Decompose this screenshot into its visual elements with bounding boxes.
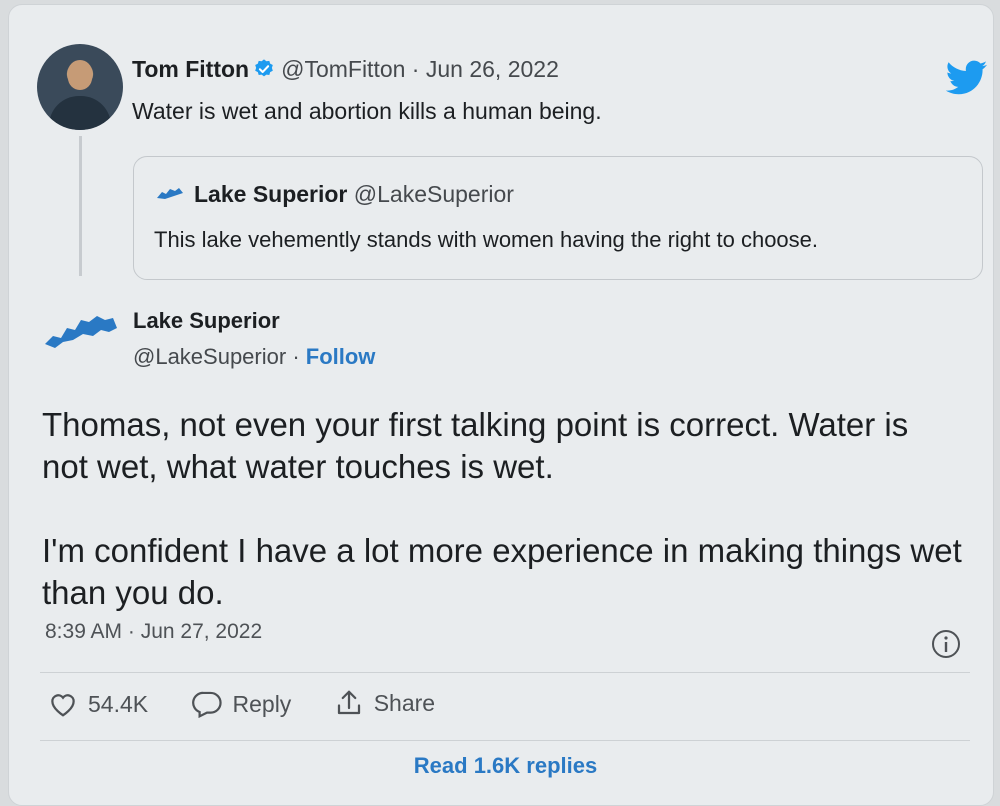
heart-icon bbox=[51, 694, 75, 717]
share-label: Share bbox=[373, 689, 436, 716]
lake-superior-avatar[interactable] bbox=[43, 310, 119, 350]
tweet-author: Tom Fitton @TomFitton · Jun 26, 2022 bbox=[132, 56, 559, 83]
share-icon bbox=[337, 690, 360, 715]
reply-timestamp[interactable]: 8:39 AM · Jun 27, 2022 bbox=[45, 620, 262, 644]
avatar-face bbox=[68, 60, 92, 90]
reply-label: Reply bbox=[232, 690, 292, 717]
tweet-text: Water is wet and abortion kills a human … bbox=[132, 98, 602, 124]
share-button[interactable]: Share bbox=[334, 688, 435, 718]
like-count: 54.4K bbox=[88, 690, 149, 717]
divider bbox=[40, 672, 970, 673]
verified-badge-icon bbox=[255, 59, 273, 77]
info-icon[interactable] bbox=[930, 628, 962, 660]
quoted-author-name: Lake Superior bbox=[194, 181, 348, 207]
quoted-tweet-text: This lake vehemently stands with women h… bbox=[154, 227, 819, 252]
reply-paragraph-1: Thomas, not even your first talking poin… bbox=[42, 406, 909, 485]
avatar-shirt bbox=[49, 96, 111, 130]
author-name[interactable]: Tom Fitton bbox=[132, 56, 249, 82]
lake-logo-icon bbox=[157, 188, 183, 199]
reply-author-name[interactable]: Lake Superior bbox=[133, 308, 280, 334]
like-button[interactable]: 54.4K bbox=[48, 690, 148, 718]
reply-button[interactable]: Reply bbox=[191, 690, 292, 718]
quoted-author-handle: @LakeSuperior bbox=[353, 181, 514, 207]
divider bbox=[40, 740, 970, 741]
twitter-bird-icon[interactable] bbox=[946, 60, 988, 96]
reply-bubble-icon bbox=[191, 691, 222, 718]
read-replies-link[interactable]: Read 1.6K replies bbox=[38, 744, 973, 788]
reply-body: Thomas, not even your first talking poin… bbox=[42, 404, 962, 656]
tweet-actions: 54.4K Reply Share bbox=[48, 688, 471, 724]
author-handle-date[interactable]: @TomFitton · Jun 26, 2022 bbox=[281, 56, 559, 82]
reply-author-handle[interactable]: @LakeSuperior bbox=[133, 344, 286, 369]
reply-paragraph-2: I'm confident I have a lot more experien… bbox=[42, 532, 962, 611]
reply-author-handle-row: @LakeSuperior · Follow bbox=[133, 344, 375, 370]
thread-line bbox=[79, 136, 82, 276]
tom-fitton-avatar[interactable] bbox=[37, 44, 123, 130]
quoted-tweet-header: Lake Superior @LakeSuperior bbox=[156, 181, 514, 208]
handle-separator: · bbox=[286, 344, 306, 369]
quoted-tweet[interactable]: Lake Superior @LakeSuperior This lake ve… bbox=[133, 156, 983, 280]
follow-button[interactable]: Follow bbox=[306, 344, 376, 369]
